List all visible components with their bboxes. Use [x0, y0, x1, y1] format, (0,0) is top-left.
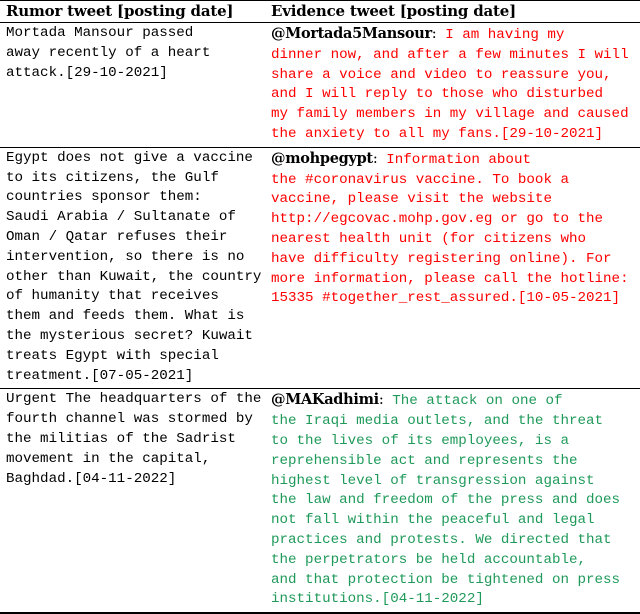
evidence-tweet-text: I am having my — [436, 27, 565, 43]
rumor-tweet-line: Saudi Arabia / Sultanate of — [6, 209, 236, 226]
evidence-tweet-line: the law and freedom of the press and doe… — [271, 492, 621, 509]
rumor-evidence-table: Rumor tweet [posting date] Evidence twee… — [0, 0, 640, 614]
evidence-tweet-line: my family members in my village and caus… — [271, 106, 629, 123]
evidence-tweet-line: reprehensible act and represents the — [271, 452, 578, 469]
rumor-tweet-line: Egypt does not give a vaccine — [6, 149, 253, 166]
evidence-tweet-line: share a voice and video to reassure you, — [271, 66, 612, 83]
evidence-tweet-line: http://egcovac.mohp.gov.eg or go to the — [271, 211, 604, 228]
evidence-tweet-cell: @Mortada5Mansour: I am having my dinner n… — [262, 23, 640, 147]
rumor-tweet-line: Oman / Qatar refuses their — [6, 228, 228, 245]
evidence-tweet-line: more information, please call the hotlin… — [271, 270, 629, 287]
header-evidence-tweet: Evidence tweet [posting date] — [271, 2, 517, 20]
rumor-tweet-line: intervention, so there is no — [6, 248, 245, 265]
evidence-tweet-line: to the lives of its employees, is a — [271, 432, 569, 449]
evidence-tweet-first-line: @MAKadhimi: The attack on one of — [271, 390, 640, 412]
evidence-tweet-first-line: @Mortada5Mansour: I am having my — [271, 24, 640, 46]
evidence-tweet-text: The attack on one of — [383, 393, 563, 410]
evidence-tweet-line: vaccine, please visit the website — [271, 191, 552, 208]
rumor-tweet-line: other than Kuwait, the country — [6, 268, 262, 285]
table-row: Mortada Mansour passed away recently of a… — [0, 23, 640, 148]
evidence-tweet-line: institutions.[04-11-2022] — [271, 591, 484, 608]
evidence-tweet-line: and that protection be tightened on pres… — [271, 571, 621, 588]
rumor-tweet-line: Urgent The headquarters of the — [6, 391, 262, 408]
evidence-author-handle: @Mortada5Mansour — [271, 25, 432, 42]
evidence-tweet-cell: @mohpegypt: Information about the #corona… — [262, 148, 640, 389]
rumor-tweet-line: countries sponsor them: — [6, 189, 202, 206]
rumor-tweet-line: away recently of a heart — [6, 44, 211, 61]
rumor-tweet-line: Mortada Mansour passed — [6, 25, 194, 41]
rumor-tweet-line: fourth channel was stormed by — [6, 411, 253, 428]
evidence-tweet-line: have difficulty registering online). For — [271, 250, 612, 267]
table-row: Egypt does not give a vaccine to its citi… — [0, 148, 640, 390]
rumor-tweet-line: treats Egypt with special — [6, 347, 219, 364]
evidence-tweet-line: the Iraqi media outlets, and the threat — [271, 413, 604, 430]
rumor-tweet-line: Baghdad.[04-11-2022] — [6, 470, 177, 487]
rumor-tweet-line: movement in the capital, — [6, 450, 211, 467]
table-row: Urgent The headquarters of the fourth cha… — [0, 389, 640, 614]
evidence-tweet-line: practices and protests. We directed that — [271, 531, 612, 548]
rumor-tweet-cell: Egypt does not give a vaccine to its citi… — [0, 148, 262, 389]
rumor-tweet-line: treatment.[07-05-2021] — [6, 367, 194, 384]
evidence-tweet-cell: @MAKadhimi: The attack on one of the Iraq… — [262, 389, 640, 612]
header-rumor-tweet: Rumor tweet [posting date] — [6, 2, 234, 20]
evidence-author-handle: @MAKadhimi — [271, 391, 379, 409]
evidence-tweet-line: 15335 #together_rest_assured.[10-05-2021… — [271, 290, 621, 307]
evidence-author-handle: @mohpegypt — [271, 149, 373, 167]
evidence-tweet-first-line: @mohpegypt: Information about — [271, 149, 640, 171]
table-header-row: Rumor tweet [posting date] Evidence twee… — [0, 1, 640, 23]
evidence-tweet-text: Information about — [377, 151, 531, 168]
evidence-tweet-line: nearest health unit (for citizens who — [271, 230, 587, 247]
evidence-tweet-line: highest level of transgression against — [271, 472, 595, 489]
rumor-tweet-line: attack.[29-10-2021] — [6, 64, 168, 81]
evidence-tweet-line: dinner now, and after a few minutes I wi… — [271, 46, 629, 63]
rumor-tweet-line: them and feeds them. What is — [6, 308, 245, 325]
rumor-tweet-line: to its citizens, the Gulf — [6, 169, 219, 186]
evidence-tweet-line: the #coronavirus vaccine. To book a — [271, 171, 569, 188]
rumor-tweet-cell: Mortada Mansour passed away recently of a… — [0, 23, 262, 147]
evidence-tweet-line: not fall within the peaceful and legal — [271, 512, 595, 529]
rumor-tweet-line: of humanity that receives — [6, 288, 219, 305]
evidence-tweet-line: the anxiety to all my fans.[29-10-2021] — [271, 125, 604, 142]
evidence-tweet-line: and I will reply to those who disturbed — [271, 86, 604, 103]
rumor-tweet-line: the militias of the Sadrist — [6, 430, 236, 447]
rumor-tweet-cell: Urgent The headquarters of the fourth cha… — [0, 389, 262, 612]
evidence-tweet-line: the perpetrators be held accountable, — [271, 551, 587, 568]
rumor-tweet-line: the mysterious secret? Kuwait — [6, 327, 253, 344]
